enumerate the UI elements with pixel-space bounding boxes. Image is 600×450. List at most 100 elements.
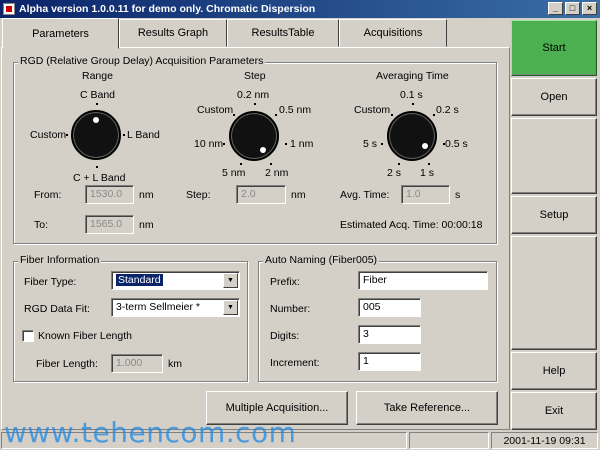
step-knob[interactable] <box>229 111 279 161</box>
step-tick <box>275 114 277 116</box>
fiber-length-label: Fiber Length: <box>36 358 98 370</box>
range-c-band-label[interactable]: C Band <box>80 89 115 101</box>
to-unit: nm <box>139 219 154 231</box>
step-tick <box>254 103 256 105</box>
number-field[interactable]: 005 <box>358 298 421 317</box>
window-title: Alpha version 1.0.0.11 for demo only. Ch… <box>19 3 316 15</box>
maximize-icon: □ <box>569 3 576 13</box>
range-custom-label[interactable]: Custom <box>30 129 66 141</box>
tab-results-table[interactable]: ResultsTable <box>227 19 339 47</box>
take-reference-button[interactable]: Take Reference... <box>356 391 498 425</box>
averaging-knob-indicator <box>422 143 428 149</box>
avg-tick <box>433 114 435 116</box>
status-cell <box>409 432 489 449</box>
digits-label: Digits: <box>270 330 300 342</box>
close-button[interactable]: × <box>582 2 597 15</box>
range-cl-band-label[interactable]: C + L Band <box>73 172 125 184</box>
side-blank-button <box>511 236 597 350</box>
step-custom-label[interactable]: Custom <box>197 104 233 116</box>
range-heading: Range <box>82 70 113 82</box>
tab-label: Acquisitions <box>363 27 423 39</box>
range-tick <box>96 103 98 105</box>
step-1-label[interactable]: 1 nm <box>290 138 313 150</box>
open-button[interactable]: Open <box>511 78 597 116</box>
tab-label: ResultsTable <box>251 27 315 39</box>
rgd-fit-value: 3-term Sellmeier * <box>116 301 201 313</box>
tab-label: Parameters <box>32 27 89 40</box>
rgd-fit-select[interactable]: 3-term Sellmeier * ▼ <box>111 298 240 317</box>
avg-tick <box>428 163 430 165</box>
range-knob[interactable] <box>71 110 121 160</box>
range-tick <box>66 134 68 136</box>
tab-parameters[interactable]: Parameters <box>2 18 119 49</box>
to-label: To: <box>34 219 49 231</box>
fiber-length-field[interactable]: 1.000 <box>111 354 163 373</box>
step-heading: Step <box>244 70 266 82</box>
increment-field[interactable]: 1 <box>358 352 421 371</box>
to-field[interactable]: 1565.0 <box>85 215 134 234</box>
help-button[interactable]: Help <box>511 352 597 390</box>
step-tick <box>240 163 242 165</box>
prefix-field[interactable]: Fiber <box>358 271 488 290</box>
step-tick <box>233 114 235 116</box>
prefix-label: Prefix: <box>270 276 300 288</box>
step-label: Step: <box>186 189 211 201</box>
step-field[interactable]: 2.0 <box>236 185 286 204</box>
side-blank-button <box>511 118 597 194</box>
range-l-band-label[interactable]: L Band <box>127 129 160 141</box>
minimize-icon: _ <box>552 3 558 13</box>
step-2-label[interactable]: 2 nm <box>265 167 288 179</box>
avg-time-field[interactable]: 1.0 <box>401 185 450 204</box>
step-5-label[interactable]: 5 nm <box>222 167 245 179</box>
avg-time-label: Avg. Time: <box>340 189 390 201</box>
close-icon: × <box>586 3 593 13</box>
digits-field[interactable]: 3 <box>358 325 421 344</box>
chevron-down-icon[interactable]: ▼ <box>223 300 238 315</box>
avg-2-label[interactable]: 2 s <box>387 167 401 179</box>
avg-1-label[interactable]: 1 s <box>420 167 434 179</box>
auto-naming-group-title: Auto Naming (Fiber005) <box>263 254 380 266</box>
avg-02-label[interactable]: 0.2 s <box>436 104 459 116</box>
range-tick <box>123 134 125 136</box>
tab-acquisitions[interactable]: Acquisitions <box>339 19 447 47</box>
chevron-down-icon[interactable]: ▼ <box>223 273 238 288</box>
tab-results-graph[interactable]: Results Graph <box>119 19 227 47</box>
rgd-group-title: RGD (Relative Group Delay) Acquisition P… <box>18 55 266 67</box>
averaging-heading: Averaging Time <box>376 70 449 82</box>
known-length-checkbox[interactable] <box>22 330 34 342</box>
setup-button[interactable]: Setup <box>511 196 597 234</box>
known-length-label[interactable]: Known Fiber Length <box>38 330 132 342</box>
maximize-button[interactable]: □ <box>565 2 580 15</box>
minimize-button[interactable]: _ <box>548 2 563 15</box>
step-05-label[interactable]: 0.5 nm <box>279 104 311 116</box>
step-tick <box>285 143 287 145</box>
from-field[interactable]: 1530.0 <box>85 185 134 204</box>
from-label: From: <box>34 189 62 201</box>
fiber-group-title: Fiber Information <box>18 254 102 266</box>
watermark-text: www.tehencom.com <box>4 416 297 449</box>
avg-tick <box>412 103 414 105</box>
avg-tick <box>391 114 393 116</box>
avg-tick <box>381 143 383 145</box>
from-unit: nm <box>139 189 154 201</box>
rgd-fit-label: RGD Data Fit: <box>24 303 90 315</box>
start-button[interactable]: Start <box>511 20 597 76</box>
avg-01-label[interactable]: 0.1 s <box>400 89 423 101</box>
averaging-knob[interactable] <box>387 111 437 161</box>
step-tick <box>223 143 225 145</box>
exit-button[interactable]: Exit <box>511 392 597 430</box>
avg-05-label[interactable]: 0.5 s <box>445 138 468 150</box>
step-unit: nm <box>291 189 306 201</box>
title-bar: Alpha version 1.0.0.11 for demo only. Ch… <box>0 0 600 18</box>
avg-5-label[interactable]: 5 s <box>363 138 377 150</box>
step-02-label[interactable]: 0.2 nm <box>237 89 269 101</box>
step-10-label[interactable]: 10 nm <box>194 138 223 150</box>
app-icon <box>3 3 15 15</box>
increment-label: Increment: <box>270 357 320 369</box>
fiber-type-select[interactable]: Standard ▼ <box>111 271 240 290</box>
avg-tick <box>443 143 445 145</box>
number-label: Number: <box>270 303 311 315</box>
step-tick <box>270 163 272 165</box>
avg-custom-label[interactable]: Custom <box>354 104 390 116</box>
range-tick <box>96 166 98 168</box>
